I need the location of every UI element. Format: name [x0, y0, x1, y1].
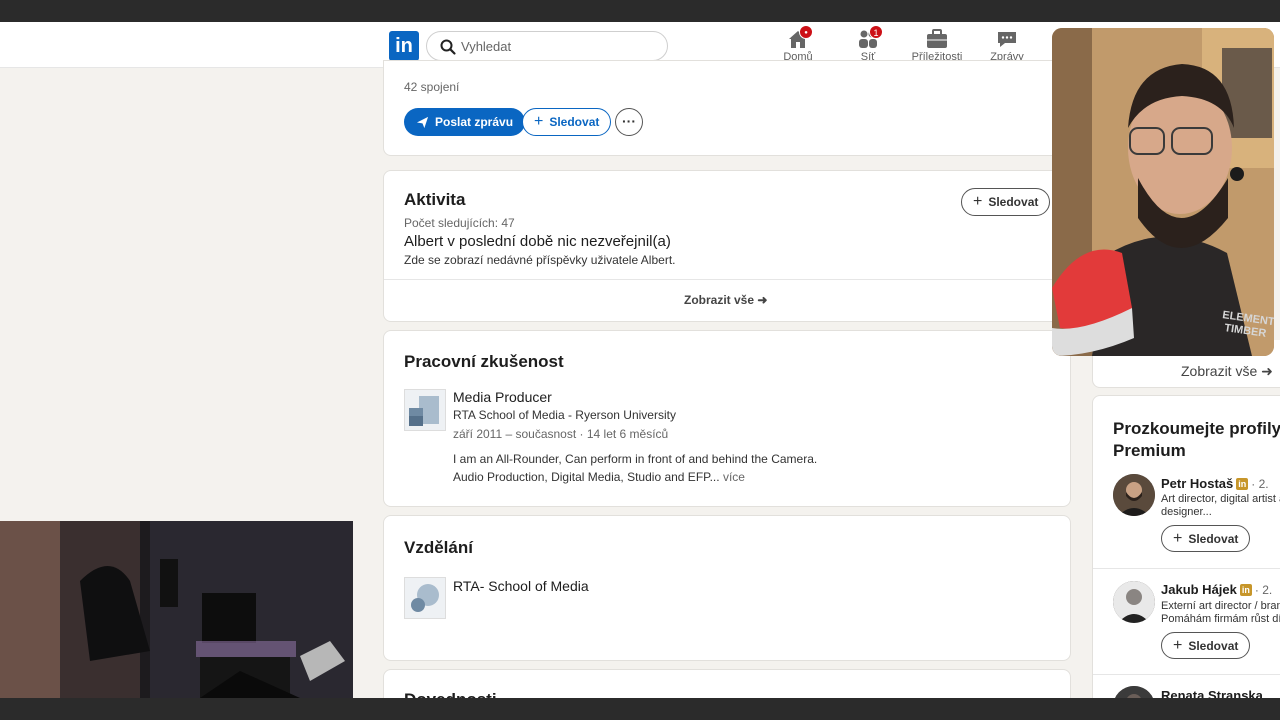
person-name: Jakub Hájek [1161, 582, 1237, 597]
follow-person-button[interactable]: + Sledovat [1161, 525, 1251, 552]
divider [1093, 568, 1280, 569]
notification-badge: 1 [869, 25, 883, 39]
experience-card: Pracovní zkušenost Media Producer RTA Sc… [383, 330, 1071, 507]
premium-profiles-title: Prozkoumejte profily Premium [1113, 419, 1280, 460]
avatar[interactable] [1113, 474, 1155, 516]
search-box[interactable] [426, 31, 668, 61]
connection-degree: · 2. [1251, 477, 1269, 491]
person-name: Petr Hostaš [1161, 476, 1234, 491]
divider [1093, 674, 1280, 675]
profile-header-card: 42 spojení Poslat zprávu + Sledovat ··· [383, 60, 1071, 156]
plus-icon: + [973, 193, 983, 210]
nav-network[interactable]: 1 Síť [852, 25, 884, 63]
room-camera-overlay [0, 521, 353, 698]
person-headline: Art director, digital artist a [1161, 493, 1280, 505]
avatar[interactable] [1113, 581, 1155, 623]
education-title: Vzdělání [404, 538, 473, 557]
plus-icon: + [1173, 529, 1183, 547]
follow-label: Sledovat [549, 115, 600, 129]
nav-home[interactable]: ● Domů [782, 25, 814, 63]
job-description-line1: I am an All-Rounder, Can perform in fron… [453, 452, 818, 466]
connections-count: 42 spojení [404, 80, 460, 94]
activity-follow-label: Sledovat [988, 195, 1039, 209]
person-headline: Pomáhám firmám růst dík [1161, 613, 1280, 625]
premium-profiles-card: Prozkoumejte profily Premium Petr Hostaš… [1092, 395, 1280, 720]
arrow-right-icon: ➜ [757, 293, 768, 307]
search-icon [440, 39, 456, 55]
screen-top-bar [0, 0, 1280, 22]
follow-button[interactable]: + Sledovat [522, 108, 612, 136]
send-message-label: Poslat zprávu [435, 115, 514, 129]
briefcase-icon [925, 28, 949, 50]
show-all-label: Zobrazit vše [684, 293, 755, 307]
divider [384, 279, 1070, 280]
premium-icon: in [1236, 478, 1249, 490]
premium-icon: in [1239, 584, 1252, 596]
connection-degree: · 2. [1254, 583, 1273, 597]
person-headline: designer... [1161, 506, 1212, 518]
person-headline: Externí art director / brand [1161, 600, 1280, 612]
job-dates: září 2011 – současnost · 14 let 6 měsíců [453, 427, 669, 441]
school-name[interactable]: RTA- School of Media [453, 578, 589, 594]
network-icon: 1 [856, 25, 883, 50]
school-logo[interactable] [404, 577, 446, 619]
experience-title: Pracovní zkušenost [404, 352, 564, 371]
activity-empty-description: Zde se zobrazí nedávné příspěvky uživate… [404, 253, 676, 267]
nav-jobs[interactable]: Příležitosti [910, 28, 964, 63]
job-description-line2: Audio Production, Digital Media, Studio … [453, 470, 745, 484]
company-name: RTA School of Media - Ryerson University [453, 408, 676, 422]
activity-card: Aktivita Počet sledujících: 47 + Sledova… [383, 170, 1071, 322]
person-name-line[interactable]: Jakub Hájek in · 2. [1161, 582, 1272, 597]
send-icon [416, 116, 429, 128]
follow-person-button[interactable]: + Sledovat [1161, 632, 1251, 659]
screen-bottom-bar [0, 698, 1280, 720]
followers-count: Počet sledujících: 47 [404, 216, 515, 230]
plus-icon: + [534, 113, 544, 130]
activity-follow-button[interactable]: + Sledovat [961, 188, 1051, 216]
follow-person-label: Sledovat [1188, 638, 1239, 653]
school-logo-icon [411, 584, 439, 612]
search-input[interactable] [461, 36, 661, 56]
room-camera-feed [0, 521, 353, 698]
messaging-icon [995, 28, 1019, 50]
plus-icon: + [1173, 636, 1183, 654]
company-logo[interactable] [404, 389, 446, 431]
show-all-activity-link[interactable]: Zobrazit vše ➜ [684, 293, 767, 307]
activity-title: Aktivita [404, 190, 466, 209]
job-description-text: Audio Production, Digital Media, Studio … [453, 470, 720, 484]
send-message-button[interactable]: Poslat zprávu [404, 108, 526, 136]
job-role[interactable]: Media Producer [453, 389, 552, 405]
notification-badge: ● [799, 25, 813, 39]
activity-empty-title: Albert v poslední době nic nezveřejnil(a… [404, 233, 671, 250]
home-icon: ● [786, 25, 813, 50]
education-card: Vzdělání RTA- School of Media [383, 515, 1071, 661]
arrow-right-icon: ➜ [1261, 363, 1273, 379]
follow-person-label: Sledovat [1188, 531, 1239, 546]
show-more-link[interactable]: více [723, 470, 745, 484]
person-name-line[interactable]: Petr Hostaš in · 2. [1161, 476, 1269, 491]
linkedin-logo[interactable]: in [389, 31, 419, 61]
company-logo-icon [409, 396, 439, 426]
webcam-feed: ELEMENT TIMBER [1052, 28, 1274, 356]
nav-messaging[interactable]: Zprávy [988, 28, 1026, 63]
streamer-webcam-overlay: ELEMENT TIMBER [1052, 28, 1274, 356]
more-options-button[interactable]: ··· [615, 108, 643, 136]
sidebar-show-all-link[interactable]: Zobrazit vše ➜ [1181, 363, 1273, 380]
sidebar-show-all-label: Zobrazit vše [1181, 363, 1258, 379]
